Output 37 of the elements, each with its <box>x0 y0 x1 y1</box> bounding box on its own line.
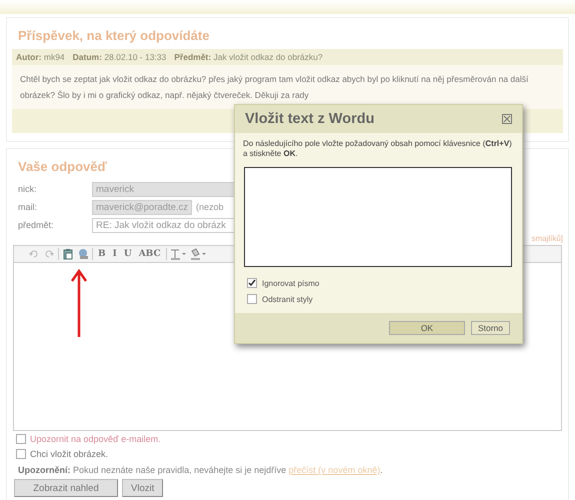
checkbox[interactable] <box>16 448 26 458</box>
format-button[interactable]: U <box>122 249 134 259</box>
post-meta: Autor: mk94 <box>16 52 65 62</box>
section-title: Vaše odpověď <box>18 159 108 174</box>
dialog-title: Vložit text z Wordu <box>245 111 374 127</box>
checkbox[interactable] <box>247 294 257 304</box>
input-field[interactable]: maverick@poradte.cz <box>92 200 192 214</box>
format-button[interactable]: ABC <box>136 249 163 259</box>
checkbox[interactable] <box>247 278 257 288</box>
format-button[interactable]: B <box>96 249 108 259</box>
post-meta: Předmět: Jak vložit odkaz do obrázku? <box>174 52 323 62</box>
field-label: předmět: <box>17 220 55 230</box>
clipboard-icon[interactable] <box>62 248 74 260</box>
checkbox[interactable] <box>16 434 26 444</box>
paste-textarea[interactable] <box>244 167 512 267</box>
ok-button[interactable]: OK <box>388 321 465 335</box>
close-icon[interactable] <box>502 114 512 124</box>
field-label: mail: <box>17 202 38 212</box>
submit-button[interactable]: Vlozit <box>122 479 164 497</box>
cancel-button[interactable]: Storno <box>470 321 510 335</box>
post-text: Chtěl bych se zeptat jak vložit odkaz do obrázku? přes jaký program tam vložit odkaz abych byl po kliknutí na něj přesměrován na další obrázek? Šlo by i mi o grafický odkaz, např. nějaký čtvereček. Děkuji za rady <box>12 65 563 109</box>
section-title: Příspěvek, na který odpovídáte <box>18 28 210 43</box>
preview-button[interactable]: Zobrazit nahled <box>14 479 118 497</box>
dialog-instruction: Do následujícího pole vložte požadovaný obsah pomocí klávesnice (Ctrl+V) a stiskněte OK. <box>243 139 513 159</box>
option-label: Ignorovat písmo <box>262 278 320 288</box>
warning-text: Upozornění: Pokud neznáte naše pravidla, neváhejte si je nejdříve přečíst (v novém okně). <box>17 464 384 477</box>
arrow-drawing <box>70 269 88 339</box>
undo-icon[interactable] <box>28 248 40 260</box>
field-note: (nezob <box>196 202 224 212</box>
text-color-icon[interactable] <box>170 248 187 260</box>
post-meta: Datum: 28.02.10 - 13:33 <box>72 52 166 62</box>
format-button[interactable]: I <box>110 249 119 259</box>
redo-icon[interactable] <box>43 248 55 260</box>
option-label: Odstranit styly <box>262 294 313 304</box>
option-label: Chci vložit obrázek. <box>30 448 108 458</box>
field-label: nick: <box>17 184 38 194</box>
option-label: Upozornit na odpověď e-mailem. <box>30 434 161 444</box>
